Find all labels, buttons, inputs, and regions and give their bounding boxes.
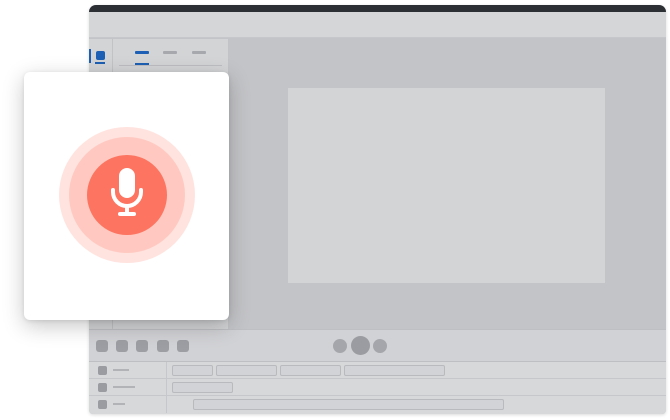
panel-toggle-icon[interactable] [96, 51, 105, 60]
tool-button-1[interactable] [96, 340, 108, 352]
tool-button-3[interactable] [136, 340, 148, 352]
track-label [113, 386, 135, 388]
play-button[interactable] [351, 336, 370, 355]
active-indicator [89, 49, 91, 63]
previous-button[interactable] [333, 339, 347, 353]
timeline-clip[interactable] [216, 365, 277, 376]
canvas-area [230, 39, 666, 329]
track-header [89, 379, 167, 395]
track-icon[interactable] [98, 366, 107, 375]
track-label [113, 369, 129, 371]
panel-divider [119, 65, 222, 66]
panel-toggle-underline [95, 62, 105, 64]
timeline-track-1 [89, 362, 666, 379]
track-icon[interactable] [98, 383, 107, 392]
microphone-icon [111, 168, 143, 216]
tool-button-2[interactable] [116, 340, 128, 352]
tool-button-5[interactable] [177, 340, 189, 352]
timeline-clip[interactable] [193, 399, 504, 410]
track-label [113, 403, 125, 405]
next-button[interactable] [373, 339, 387, 353]
title-bar [89, 5, 666, 12]
track-icon[interactable] [98, 400, 107, 409]
panel-tab-3[interactable] [192, 51, 206, 54]
track-header [89, 362, 167, 378]
stage [0, 0, 670, 420]
track-header [89, 396, 167, 413]
timeline-clip[interactable] [344, 365, 445, 376]
preview-slide[interactable] [288, 88, 605, 283]
panel-tab-1[interactable] [135, 51, 149, 54]
active-tab-underline [135, 63, 149, 65]
playback-toolbar [89, 329, 666, 362]
timeline-clip[interactable] [280, 365, 341, 376]
panel-tab-2[interactable] [163, 51, 177, 54]
timeline-track-3 [89, 396, 666, 413]
timeline-clip[interactable] [172, 365, 213, 376]
timeline-clip[interactable] [172, 382, 233, 393]
timeline-track-2 [89, 379, 666, 396]
tool-button-4[interactable] [157, 340, 169, 352]
recording-card [24, 72, 229, 320]
menu-bar [89, 12, 666, 38]
timeline [89, 362, 666, 414]
